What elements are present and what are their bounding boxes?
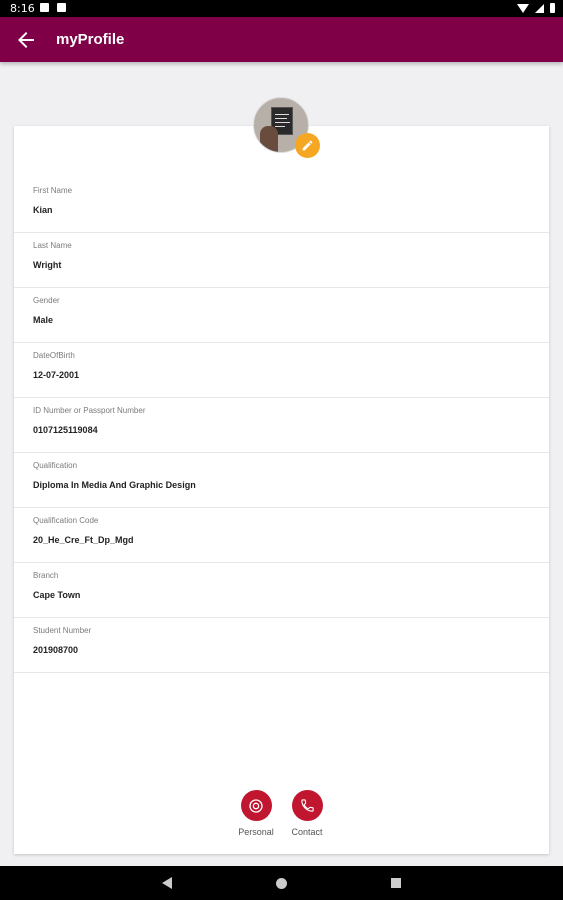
person-circle-icon — [249, 798, 263, 813]
system-navigation-bar — [0, 866, 563, 900]
arrow-back-icon — [18, 32, 34, 48]
field-label: Qualification — [33, 461, 78, 470]
page-title: myProfile — [56, 31, 125, 48]
notification-icon — [40, 3, 49, 12]
field-value: Wright — [33, 260, 62, 270]
field-label: First Name — [33, 186, 73, 195]
system-recents-icon[interactable] — [391, 878, 401, 888]
field-label: Student Number — [33, 626, 92, 635]
field-label: ID Number or Passport Number — [33, 406, 146, 415]
status-bar: 8:16 — [0, 0, 563, 17]
field-gender: Gender Male — [14, 288, 549, 343]
wifi-icon — [517, 3, 529, 13]
field-value: Diploma In Media And Graphic Design — [33, 480, 196, 490]
profile-card: First Name Kian Last Name Wright Gender … — [14, 126, 549, 854]
pencil-icon — [302, 140, 313, 151]
field-label: Gender — [33, 296, 60, 305]
system-home-icon[interactable] — [276, 878, 287, 889]
field-last-name: Last Name Wright — [14, 233, 549, 288]
field-label: Branch — [33, 571, 59, 580]
field-value: Male — [33, 315, 54, 325]
signal-icon — [535, 3, 544, 13]
status-time: 8:16 — [10, 2, 35, 15]
avatar-figure — [260, 126, 278, 152]
field-value: 12-07-2001 — [33, 370, 80, 380]
field-value: 201908700 — [33, 645, 79, 655]
field-qualification-code: Qualification Code 20_He_Cre_Ft_Dp_Mgd — [14, 508, 549, 563]
nav-label: Contact — [291, 827, 323, 837]
sd-card-icon — [57, 3, 66, 12]
field-value: Kian — [33, 205, 53, 215]
phone-icon — [300, 799, 314, 812]
field-label: Last Name — [33, 241, 72, 250]
field-qualification: Qualification Diploma In Media And Graph… — [14, 453, 549, 508]
field-value: 0107125119084 — [33, 425, 98, 435]
field-first-name: First Name Kian — [14, 178, 549, 233]
field-label: DateOfBirth — [33, 351, 75, 360]
field-id-number: ID Number or Passport Number 01071251190… — [14, 398, 549, 453]
field-date-of-birth: DateOfBirth 12-07-2001 — [14, 343, 549, 398]
field-branch: Branch Cape Town — [14, 563, 549, 618]
app-bar: myProfile — [0, 17, 563, 62]
back-button[interactable] — [14, 28, 38, 52]
edit-photo-button[interactable] — [295, 133, 320, 158]
field-value: 20_He_Cre_Ft_Dp_Mgd — [33, 535, 134, 545]
system-back-icon[interactable] — [162, 877, 172, 889]
nav-contact[interactable]: Contact — [277, 790, 337, 840]
field-value: Cape Town — [33, 590, 81, 600]
battery-icon — [550, 3, 555, 13]
field-student-number: Student Number 201908700 — [14, 618, 549, 673]
field-label: Qualification Code — [33, 516, 99, 525]
